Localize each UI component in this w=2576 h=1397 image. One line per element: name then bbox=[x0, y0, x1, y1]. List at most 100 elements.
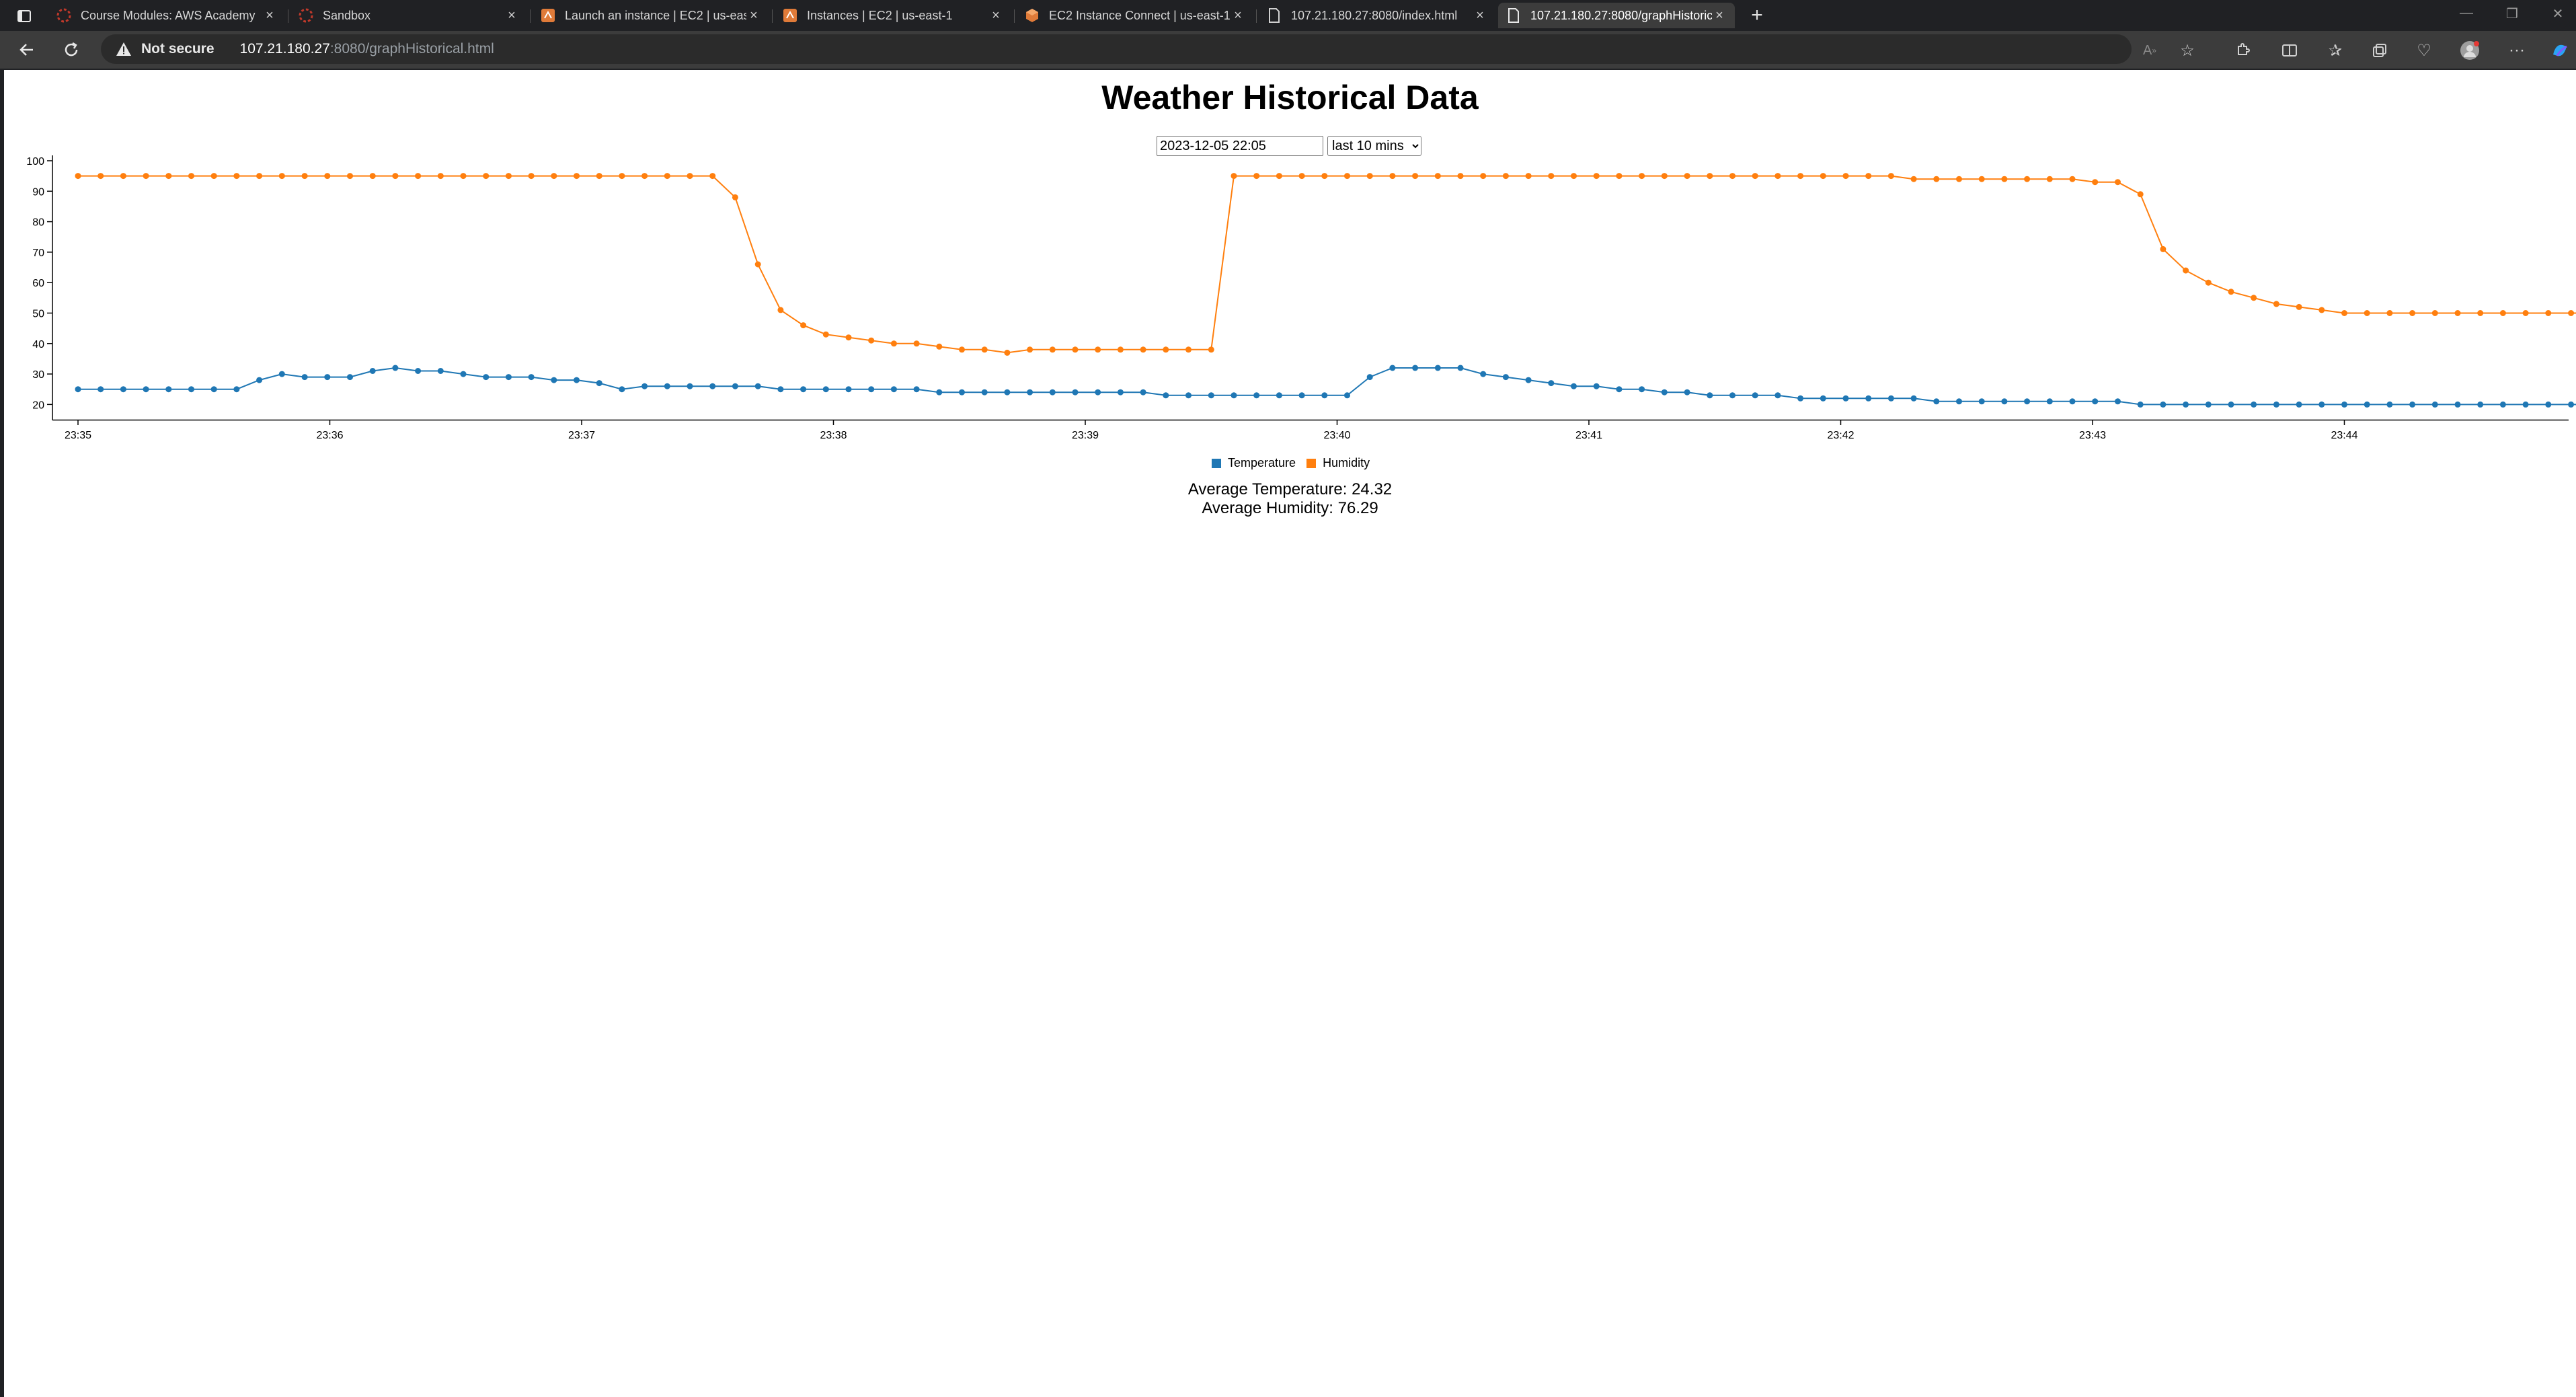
minimize-icon[interactable]: — bbox=[2453, 5, 2480, 21]
data-point-temperature bbox=[2092, 398, 2099, 405]
data-point-humidity bbox=[732, 194, 738, 200]
data-point-humidity bbox=[2409, 310, 2416, 316]
data-point-humidity bbox=[1321, 173, 1328, 180]
data-point-humidity bbox=[641, 173, 648, 180]
data-point-humidity bbox=[483, 173, 490, 180]
data-point-temperature bbox=[210, 386, 217, 393]
collections-icon[interactable] bbox=[2368, 39, 2391, 62]
data-point-humidity bbox=[1276, 173, 1282, 180]
favorites-icon[interactable]: ✰ bbox=[2324, 39, 2347, 62]
data-point-humidity bbox=[188, 173, 194, 180]
data-point-temperature bbox=[437, 368, 444, 374]
data-point-temperature bbox=[2251, 401, 2257, 408]
data-point-temperature bbox=[1548, 380, 1555, 387]
data-point-humidity bbox=[1774, 173, 1781, 180]
tab-index-html[interactable]: 107.21.180.27:8080/index.html × bbox=[1259, 3, 1495, 28]
data-point-temperature bbox=[1502, 374, 1509, 381]
tab-launch-instance[interactable]: Launch an instance | EC2 | us-east-1 × bbox=[533, 3, 769, 28]
y-tick-label: 100 bbox=[26, 156, 44, 167]
data-point-temperature bbox=[2296, 401, 2302, 408]
data-point-temperature bbox=[2341, 401, 2347, 408]
data-point-humidity bbox=[2024, 176, 2031, 182]
data-point-temperature bbox=[1525, 377, 1532, 383]
tab-instance-connect[interactable]: EC2 Instance Connect | us-east-1 × bbox=[1017, 3, 1253, 28]
profile-avatar[interactable] bbox=[2458, 39, 2481, 62]
data-point-humidity bbox=[2477, 310, 2484, 316]
data-point-humidity bbox=[619, 173, 625, 180]
data-point-temperature bbox=[2409, 401, 2416, 408]
tab-instances[interactable]: Instances | EC2 | us-east-1 × bbox=[775, 3, 1011, 28]
data-point-humidity bbox=[1684, 173, 1690, 180]
tab-graph-historical[interactable]: 107.21.180.27:8080/graphHistorical.html … bbox=[1498, 3, 1735, 28]
data-point-temperature bbox=[1027, 389, 1033, 395]
data-point-temperature bbox=[2318, 401, 2325, 408]
data-point-humidity bbox=[1571, 173, 1577, 180]
data-point-temperature bbox=[800, 386, 807, 393]
close-icon[interactable]: × bbox=[504, 8, 519, 24]
close-window-icon[interactable]: ✕ bbox=[2544, 5, 2571, 22]
data-point-humidity bbox=[1231, 173, 1237, 180]
tab-title: 107.21.180.27:8080/index.html bbox=[1291, 8, 1458, 22]
data-point-temperature bbox=[1117, 389, 1124, 395]
data-point-humidity bbox=[1502, 173, 1509, 180]
data-point-temperature bbox=[868, 386, 875, 393]
data-point-humidity bbox=[1434, 173, 1441, 180]
page-title: Weather Historical Data bbox=[1101, 79, 1479, 116]
reload-icon[interactable] bbox=[59, 38, 83, 62]
close-icon[interactable]: × bbox=[1473, 8, 1487, 24]
averages: Average Temperature: 24.32 Average Humid… bbox=[4, 480, 2576, 518]
data-point-humidity bbox=[1933, 176, 1940, 182]
back-icon[interactable] bbox=[15, 38, 39, 62]
read-aloud-icon[interactable]: A» bbox=[2138, 39, 2161, 62]
split-screen-icon[interactable] bbox=[2278, 39, 2301, 62]
data-point-humidity bbox=[1661, 173, 1668, 180]
tab-title: Course Modules: AWS Academy bbox=[81, 8, 256, 22]
x-tick-label: 23:44 bbox=[2331, 430, 2357, 440]
address-bar[interactable]: Not secure 107.21.180.27:8080/graphHisto… bbox=[101, 34, 2132, 64]
data-point-humidity bbox=[2205, 279, 2212, 286]
close-icon[interactable]: × bbox=[746, 8, 761, 24]
copilot-icon[interactable] bbox=[2548, 39, 2571, 62]
data-point-temperature bbox=[1412, 365, 1419, 371]
tab-sandbox[interactable]: Sandbox × bbox=[290, 3, 527, 28]
close-icon[interactable]: × bbox=[262, 8, 277, 24]
security-label[interactable]: Not secure bbox=[141, 41, 214, 57]
data-point-temperature bbox=[188, 386, 194, 393]
extensions-icon[interactable] bbox=[2231, 39, 2254, 62]
data-point-humidity bbox=[1163, 346, 1169, 353]
weather-line-chart: 20 30 40 50 60 70 80 90 100 23:35 23:36 23:37 23:38 2… bbox=[26, 155, 2576, 440]
data-point-humidity bbox=[301, 173, 308, 180]
data-point-humidity bbox=[959, 346, 965, 353]
tab-strip: Course Modules: AWS Academy × Sandbox × … bbox=[0, 0, 2576, 31]
favorite-star-icon[interactable]: ☆ bbox=[2176, 39, 2199, 62]
close-icon[interactable]: × bbox=[988, 8, 1003, 24]
data-point-humidity bbox=[1865, 173, 1872, 180]
y-tick-label: 60 bbox=[32, 278, 44, 289]
data-point-temperature bbox=[959, 389, 965, 395]
data-point-humidity bbox=[1185, 346, 1192, 353]
y-tick-label: 70 bbox=[32, 248, 44, 259]
more-menu-icon[interactable]: ··· bbox=[2505, 39, 2528, 62]
data-point-humidity bbox=[143, 173, 149, 180]
data-point-humidity bbox=[528, 173, 535, 180]
close-icon[interactable]: × bbox=[1712, 8, 1727, 24]
data-point-humidity bbox=[822, 331, 829, 338]
warning-icon[interactable] bbox=[116, 40, 133, 58]
tab-course-modules[interactable]: Course Modules: AWS Academy × bbox=[48, 3, 285, 28]
new-tab-button[interactable]: + bbox=[1746, 4, 1768, 27]
data-point-humidity bbox=[1140, 346, 1146, 353]
data-point-humidity bbox=[1366, 173, 1373, 180]
close-icon[interactable]: × bbox=[1231, 8, 1245, 24]
data-point-humidity bbox=[845, 334, 852, 341]
data-point-temperature bbox=[890, 386, 897, 393]
data-point-humidity bbox=[1457, 173, 1464, 180]
data-point-humidity bbox=[256, 173, 263, 180]
x-tick-label: 23:42 bbox=[1827, 430, 1854, 440]
data-point-humidity bbox=[1253, 173, 1260, 180]
browser-essentials-icon[interactable]: ♡ bbox=[2413, 39, 2435, 62]
restore-icon[interactable]: ❐ bbox=[2499, 5, 2526, 22]
data-point-humidity bbox=[369, 173, 376, 180]
data-point-temperature bbox=[1321, 392, 1328, 399]
tab-actions-icon[interactable] bbox=[12, 4, 36, 28]
data-point-humidity bbox=[2431, 310, 2438, 316]
